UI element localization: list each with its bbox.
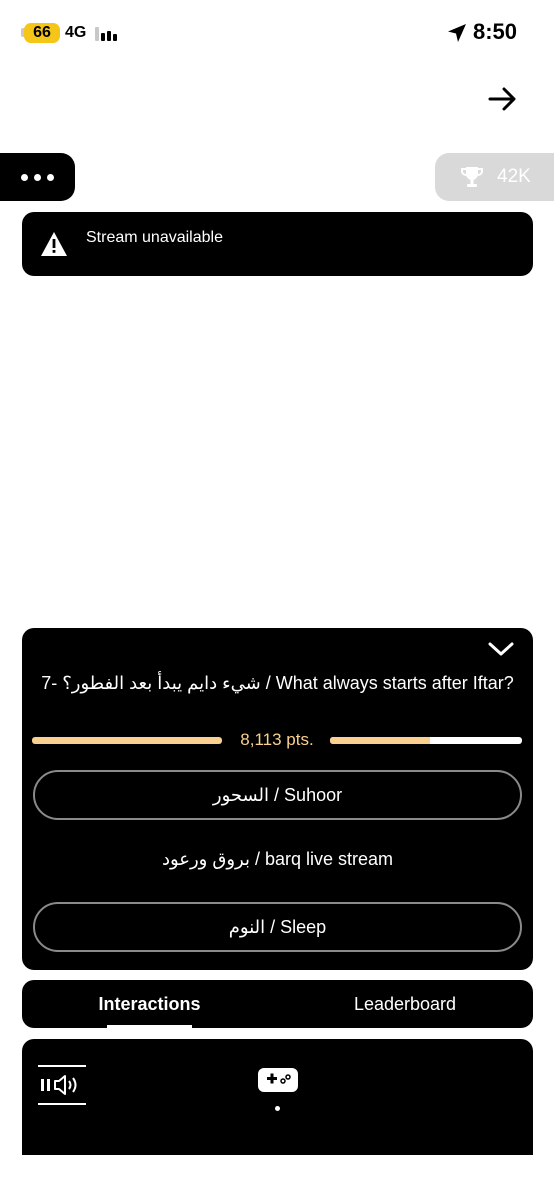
chevron-down-icon[interactable] [487, 640, 515, 658]
gamepad-icon[interactable] [258, 1068, 298, 1092]
network-type: 4G [65, 24, 87, 41]
arrow-right-icon[interactable] [486, 82, 520, 116]
pause-volume-icon[interactable] [38, 1065, 86, 1105]
question-text: 7- شيء دايم يبدأ بعد الفطور؟ / What alwa… [41, 673, 514, 693]
more-menu-button[interactable] [0, 153, 75, 201]
progress-left [32, 737, 222, 744]
progress-right [330, 737, 522, 744]
status-bar: 66 4G 8:50 [0, 0, 554, 66]
progress-fill [330, 737, 430, 744]
alert-message: Stream unavailable [86, 229, 223, 246]
active-tab-indicator [107, 1025, 192, 1028]
tab-bar: Interactions Leaderboard [22, 980, 533, 1028]
signal-strength-icon [95, 25, 121, 41]
answer-option-3[interactable]: النوم / Sleep [33, 902, 522, 952]
trophy-points-button[interactable]: 42K [435, 153, 554, 201]
page-indicator-dot [275, 1106, 280, 1111]
tab-leaderboard[interactable]: Leaderboard [277, 980, 533, 1028]
clock: 8:50 [473, 19, 518, 44]
answer-option-2[interactable]: بروق ورعود / barq live stream [33, 836, 522, 886]
bottom-spacer [0, 1155, 554, 1200]
answer-option-1[interactable]: السحور / Suhoor [33, 770, 522, 820]
trophy-count: 42K [497, 166, 531, 187]
trophy-icon [461, 167, 483, 187]
tab-interactions[interactable]: Interactions [22, 980, 277, 1028]
question-card: 7- شيء دايم يبدأ بعد الفطور؟ / What alwa… [22, 628, 533, 970]
stream-alert: Stream unavailable [22, 212, 533, 276]
more-dots-icon [21, 173, 54, 181]
warning-icon [41, 232, 67, 256]
points-label: 8,113 pts. [240, 730, 314, 749]
location-arrow-icon [448, 24, 466, 42]
battery-indicator: 66 [24, 23, 60, 43]
